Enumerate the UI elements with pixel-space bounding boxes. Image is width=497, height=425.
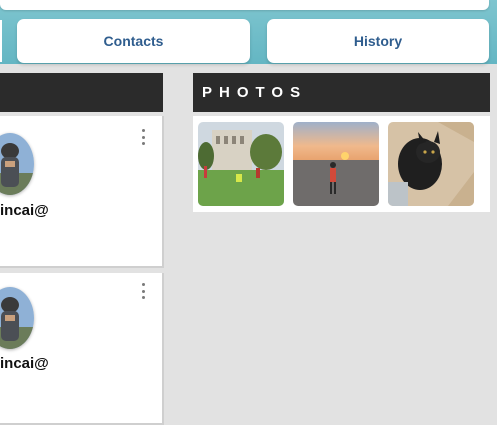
contacts-tab-button[interactable]: Contacts — [17, 19, 250, 63]
more-options-icon[interactable] — [138, 129, 148, 145]
contacts-section-header — [0, 73, 163, 112]
contacts-tab-label: Contacts — [103, 33, 164, 49]
photo-thumbnail-field[interactable] — [198, 122, 284, 206]
contact-card[interactable]: incai@ — [0, 273, 164, 425]
history-tab-button[interactable]: History — [267, 19, 489, 63]
top-search-area — [0, 0, 489, 10]
more-options-icon[interactable] — [138, 283, 148, 299]
avatar[interactable] — [0, 133, 34, 195]
photo-thumbnail-sunset[interactable] — [293, 122, 379, 206]
top-bar: Contacts History — [0, 0, 497, 64]
contact-email: incai@ — [0, 202, 49, 219]
photos-section-header: PHOTOS — [193, 73, 490, 112]
photos-heading: PHOTOS — [202, 84, 308, 101]
history-tab-label: History — [353, 33, 403, 49]
avatar[interactable] — [0, 287, 34, 349]
photo-thumbnail-cat[interactable] — [388, 122, 474, 206]
nav-button-partial[interactable] — [0, 20, 2, 62]
photos-panel — [193, 116, 490, 212]
contact-email: incai@ — [0, 355, 49, 372]
contact-card[interactable]: incai@ — [0, 116, 164, 268]
